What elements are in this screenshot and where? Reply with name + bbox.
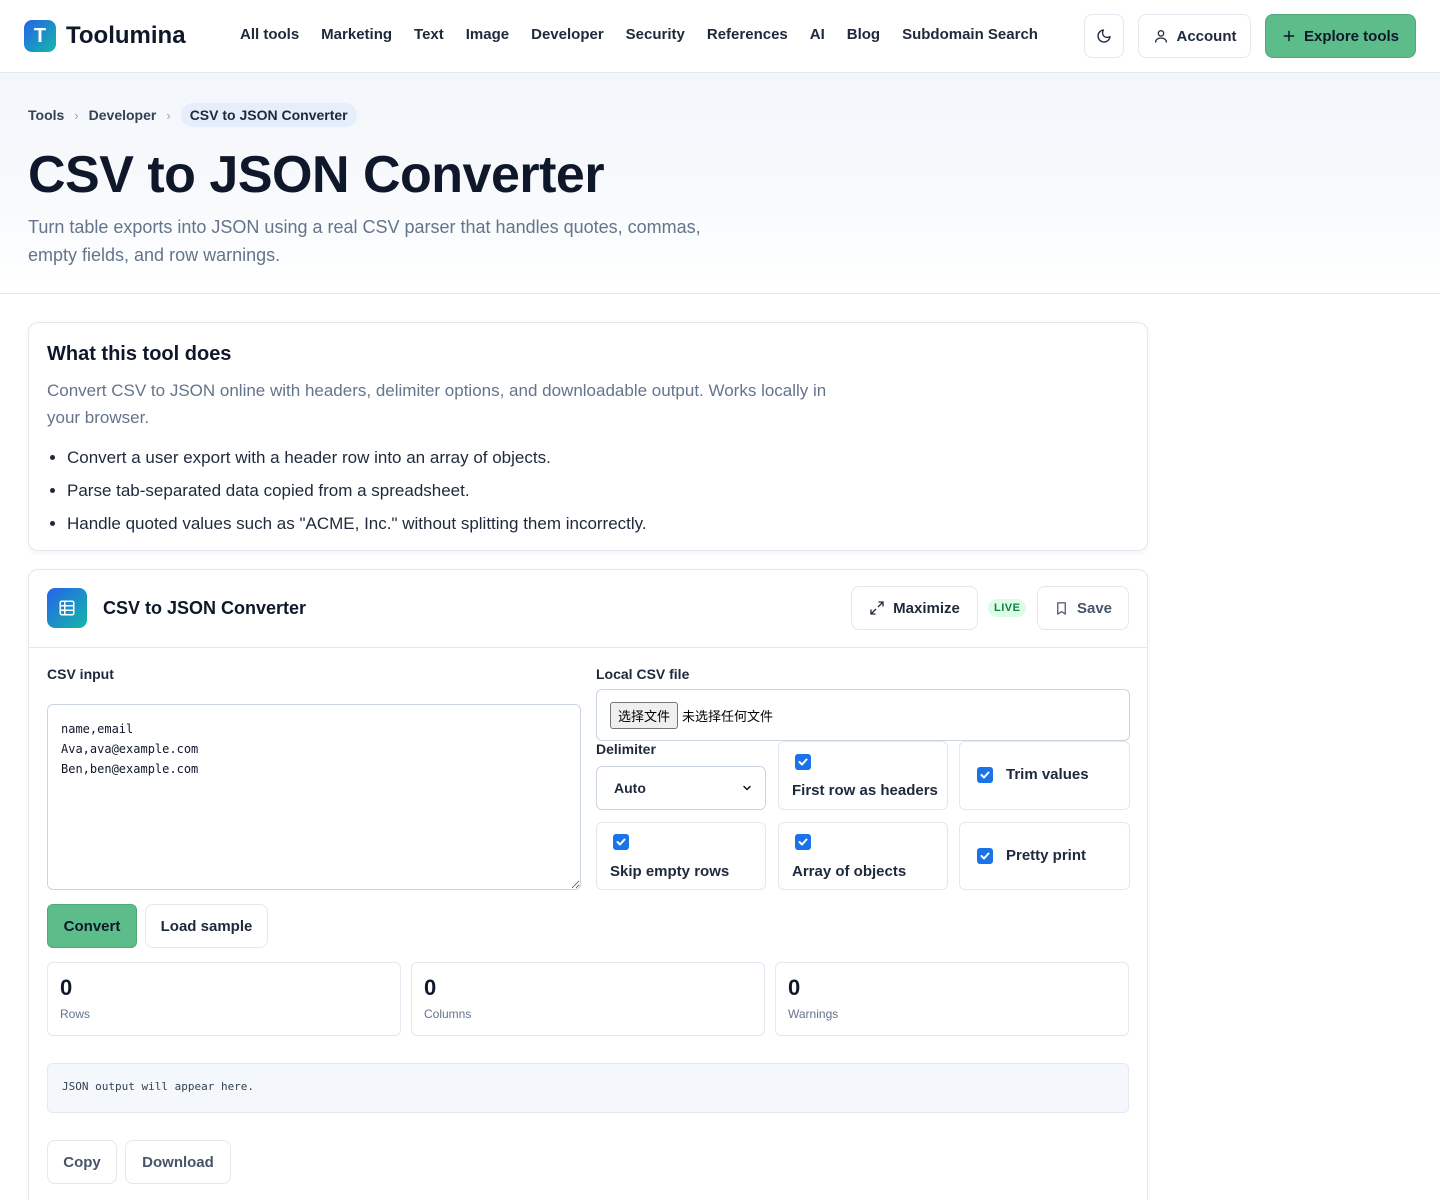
- save-button[interactable]: Save: [1037, 586, 1129, 630]
- nav-subdomain-search[interactable]: Subdomain Search: [902, 26, 1038, 43]
- breadcrumb-developer[interactable]: Developer: [89, 107, 157, 123]
- nav-all-tools[interactable]: All tools: [240, 26, 299, 43]
- nav-developer[interactable]: Developer: [531, 26, 604, 43]
- list-item: Convert a user export with a header row …: [67, 441, 1067, 474]
- site-header: T Toolumina All tools Marketing Text Ima…: [0, 0, 1440, 73]
- chevron-right-icon: ›: [166, 107, 171, 123]
- stat-value: 0: [424, 975, 437, 1000]
- option-label: First row as headers: [792, 782, 938, 799]
- delimiter-select[interactable]: Auto: [596, 766, 766, 810]
- main-nav: All tools Marketing Text Image Developer…: [240, 26, 1038, 43]
- logo-mark-icon: T: [24, 20, 56, 52]
- option-skip-empty-rows[interactable]: Skip empty rows: [596, 822, 766, 890]
- user-icon: [1154, 30, 1167, 43]
- option-trim-values[interactable]: Trim values: [959, 741, 1130, 810]
- theme-toggle-button[interactable]: [1084, 14, 1124, 58]
- save-label: Save: [1076, 599, 1113, 617]
- option-label: Trim values: [1006, 766, 1089, 783]
- convert-button[interactable]: Convert: [47, 904, 137, 948]
- stat-label: Columns: [424, 1007, 472, 1021]
- option-pretty-print[interactable]: Pretty print: [959, 822, 1130, 890]
- list-item: Parse tab-separated data copied from a s…: [67, 474, 1067, 507]
- table-icon: [47, 588, 87, 628]
- breadcrumb: Tools › Developer › CSV to JSON Converte…: [28, 103, 357, 127]
- stat-label: Rows: [60, 1007, 91, 1021]
- checkbox-checked-icon[interactable]: [977, 767, 993, 783]
- json-output[interactable]: JSON output will appear here.: [47, 1063, 1129, 1113]
- explore-label: Explore tools: [1303, 27, 1400, 45]
- copy-button[interactable]: Copy: [47, 1140, 117, 1184]
- nav-ai[interactable]: AI: [810, 26, 825, 43]
- about-card: What this tool does Convert CSV to JSON …: [28, 322, 1148, 551]
- option-label: Skip empty rows: [610, 863, 730, 880]
- option-label: Array of objects: [792, 863, 907, 880]
- nav-marketing[interactable]: Marketing: [321, 26, 392, 43]
- bookmark-icon: [1057, 601, 1066, 615]
- page-hero: Tools › Developer › CSV to JSON Converte…: [0, 73, 1440, 294]
- nav-blog[interactable]: Blog: [847, 26, 880, 43]
- explore-tools-button[interactable]: Explore tools: [1265, 14, 1416, 58]
- list-item: Handle quoted values such as "ACME, Inc.…: [67, 507, 1067, 540]
- tool-card: CSV to JSON Converter Maximize LIVE Save…: [28, 569, 1148, 1200]
- about-list: Convert a user export with a header row …: [67, 441, 1067, 540]
- breadcrumb-tools[interactable]: Tools: [28, 107, 64, 123]
- csv-input-label: CSV input: [47, 666, 114, 682]
- csv-input[interactable]: name,email Ava,ava@example.com Ben,ben@e…: [47, 704, 581, 890]
- stat-columns: 0 Columns: [411, 962, 765, 1036]
- page-title: CSV to JSON Converter: [28, 146, 605, 204]
- moon-icon: [1097, 29, 1111, 43]
- account-label: Account: [1176, 27, 1237, 45]
- maximize-icon: [870, 601, 884, 615]
- file-label: Local CSV file: [596, 666, 690, 682]
- file-status: 未选择任何文件: [682, 709, 774, 725]
- nav-image[interactable]: Image: [466, 26, 509, 43]
- nav-text[interactable]: Text: [414, 26, 444, 43]
- nav-security[interactable]: Security: [626, 26, 685, 43]
- checkbox-checked-icon[interactable]: [795, 834, 811, 850]
- about-title: What this tool does: [47, 343, 232, 365]
- stat-warnings: 0 Warnings: [775, 962, 1129, 1036]
- checkbox-checked-icon[interactable]: [977, 848, 993, 864]
- tool-header: CSV to JSON Converter Maximize LIVE Save: [29, 570, 1147, 648]
- delimiter-value: Auto: [614, 780, 646, 796]
- option-array-of-objects[interactable]: Array of objects: [778, 822, 948, 890]
- stat-value: 0: [60, 975, 73, 1000]
- plus-icon: [1283, 30, 1295, 42]
- choose-file-button[interactable]: 选择文件: [610, 701, 679, 729]
- breadcrumb-current: CSV to JSON Converter: [180, 103, 357, 127]
- stat-label: Warnings: [788, 1007, 839, 1021]
- stat-rows: 0 Rows: [47, 962, 401, 1036]
- account-button[interactable]: Account: [1138, 14, 1251, 58]
- chevron-down-icon: [743, 785, 751, 791]
- chevron-right-icon: ›: [74, 107, 79, 123]
- file-input[interactable]: 选择文件 未选择任何文件: [596, 689, 1130, 741]
- site-logo[interactable]: T Toolumina: [24, 20, 186, 52]
- brand-name: Toolumina: [66, 22, 186, 49]
- page-description: Turn table exports into JSON using a rea…: [28, 217, 701, 265]
- live-badge: LIVE: [988, 599, 1027, 617]
- stat-value: 0: [788, 975, 801, 1000]
- option-first-row-headers[interactable]: First row as headers: [778, 741, 948, 810]
- download-button[interactable]: Download: [125, 1140, 231, 1184]
- maximize-label: Maximize: [893, 599, 960, 617]
- maximize-button[interactable]: Maximize: [851, 586, 978, 630]
- checkbox-checked-icon[interactable]: [613, 834, 629, 850]
- delimiter-label: Delimiter: [596, 741, 656, 757]
- option-label: Pretty print: [1006, 847, 1087, 864]
- load-sample-button[interactable]: Load sample: [145, 904, 268, 948]
- checkbox-checked-icon[interactable]: [795, 754, 811, 770]
- tool-title: CSV to JSON Converter: [103, 598, 307, 618]
- about-description: Convert CSV to JSON online with headers,…: [47, 381, 827, 427]
- nav-references[interactable]: References: [707, 26, 788, 43]
